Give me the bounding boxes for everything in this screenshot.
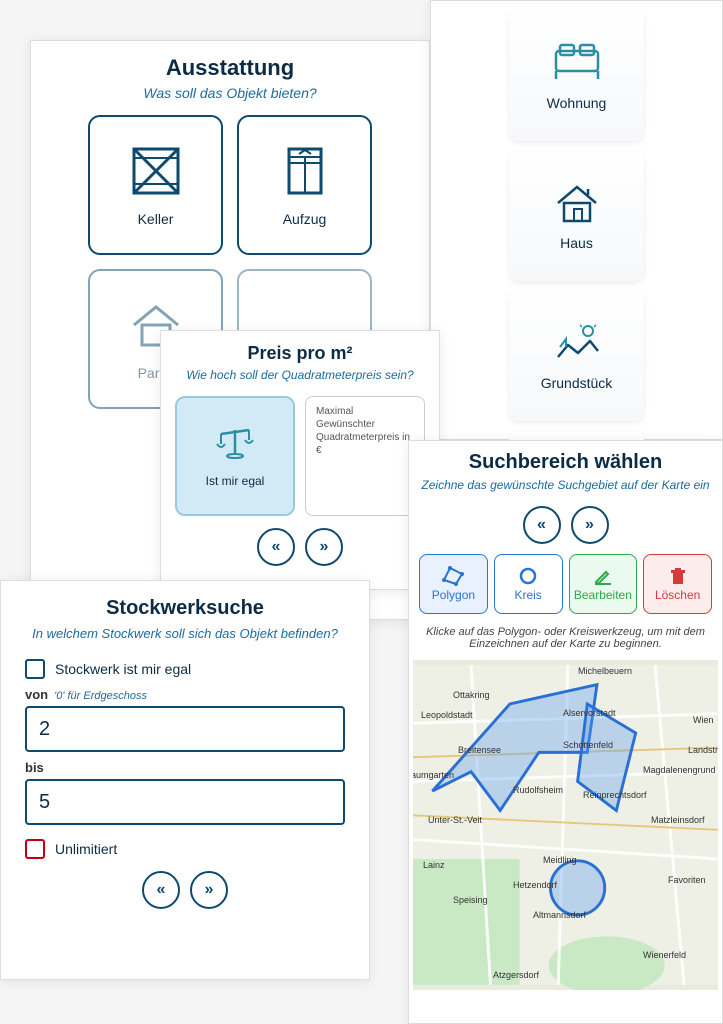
map-canvas[interactable]: Ottakring Leopoldstadt Michelbeuern Alse…: [413, 660, 718, 990]
tile-keller[interactable]: Keller: [88, 115, 223, 255]
type-wohnung[interactable]: Wohnung: [509, 11, 644, 141]
panel-preis: Preis pro m² Wie hoch soll der Quadratme…: [160, 330, 440, 590]
land-icon: [552, 321, 602, 365]
tile-aufzug[interactable]: Aufzug: [237, 115, 372, 255]
circle-icon: [517, 566, 539, 586]
label-unlimited: Unlimitiert: [55, 841, 117, 857]
preis-input-hint: Maximal Gewünschter Quadratmeterpreis in…: [316, 405, 414, 457]
checkbox-egal[interactable]: [25, 659, 45, 679]
next-button[interactable]: »: [305, 528, 343, 566]
polygon-icon: [442, 566, 464, 586]
tile-label: Aufzug: [283, 211, 327, 227]
prev-button[interactable]: «: [523, 506, 561, 544]
preis-title: Preis pro m²: [161, 343, 439, 364]
checkbox-unlimited[interactable]: [25, 839, 45, 859]
pencil-icon: [592, 566, 614, 586]
trash-icon: [667, 566, 689, 586]
prev-button[interactable]: «: [257, 528, 295, 566]
toolbar: Polygon Kreis Bearbeiten Löschen: [419, 554, 712, 614]
next-button[interactable]: »: [190, 871, 228, 909]
preis-row: Ist mir egal Maximal Gewünschter Quadrat…: [161, 396, 439, 516]
next-button[interactable]: »: [571, 506, 609, 544]
panel-objekttyp: Wohnung Haus Grundstück Mehrparteienhaus…: [430, 0, 723, 440]
von-label: von'0' für Erdgeschoss: [25, 687, 345, 702]
help-text: Klicke auf das Polygon- oder Kreiswerkze…: [413, 620, 718, 660]
label-egal: Stockwerk ist mir egal: [55, 661, 191, 677]
scale-icon: [213, 424, 257, 464]
bis-label: bis: [25, 760, 345, 775]
tool-delete[interactable]: Löschen: [643, 554, 712, 614]
tool-polygon[interactable]: Polygon: [419, 554, 488, 614]
prev-button[interactable]: «: [142, 871, 180, 909]
bed-icon: [552, 41, 602, 85]
crate-icon: [128, 143, 184, 199]
tile-label: Keller: [138, 211, 174, 227]
preis-egal-tile[interactable]: Ist mir egal: [175, 396, 295, 516]
elevator-icon: [277, 143, 333, 199]
ausstattung-title: Ausstattung: [31, 55, 429, 81]
stock-title: Stockwerksuche: [25, 597, 345, 620]
preis-subtitle: Wie hoch soll der Quadratmeterpreis sein…: [161, 368, 439, 382]
tool-circle[interactable]: Kreis: [494, 554, 563, 614]
stock-subtitle: In welchem Stockwerk soll sich das Objek…: [25, 626, 345, 641]
house-icon: [552, 181, 602, 225]
type-haus[interactable]: Haus: [509, 151, 644, 281]
von-input[interactable]: [25, 706, 345, 752]
such-title: Suchbereich wählen: [413, 451, 718, 474]
type-grundstueck[interactable]: Grundstück: [509, 291, 644, 421]
such-subtitle: Zeichne das gewünschte Suchgebiet auf de…: [413, 478, 718, 492]
tool-edit[interactable]: Bearbeiten: [569, 554, 638, 614]
bis-input[interactable]: [25, 779, 345, 825]
preis-input-box[interactable]: Maximal Gewünschter Quadratmeterpreis in…: [305, 396, 425, 516]
panel-suchbereich: Suchbereich wählen Zeichne das gewünscht…: [408, 440, 723, 1024]
panel-stockwerk: Stockwerksuche In welchem Stockwerk soll…: [0, 580, 370, 980]
ausstattung-subtitle: Was soll das Objekt bieten?: [31, 85, 429, 101]
